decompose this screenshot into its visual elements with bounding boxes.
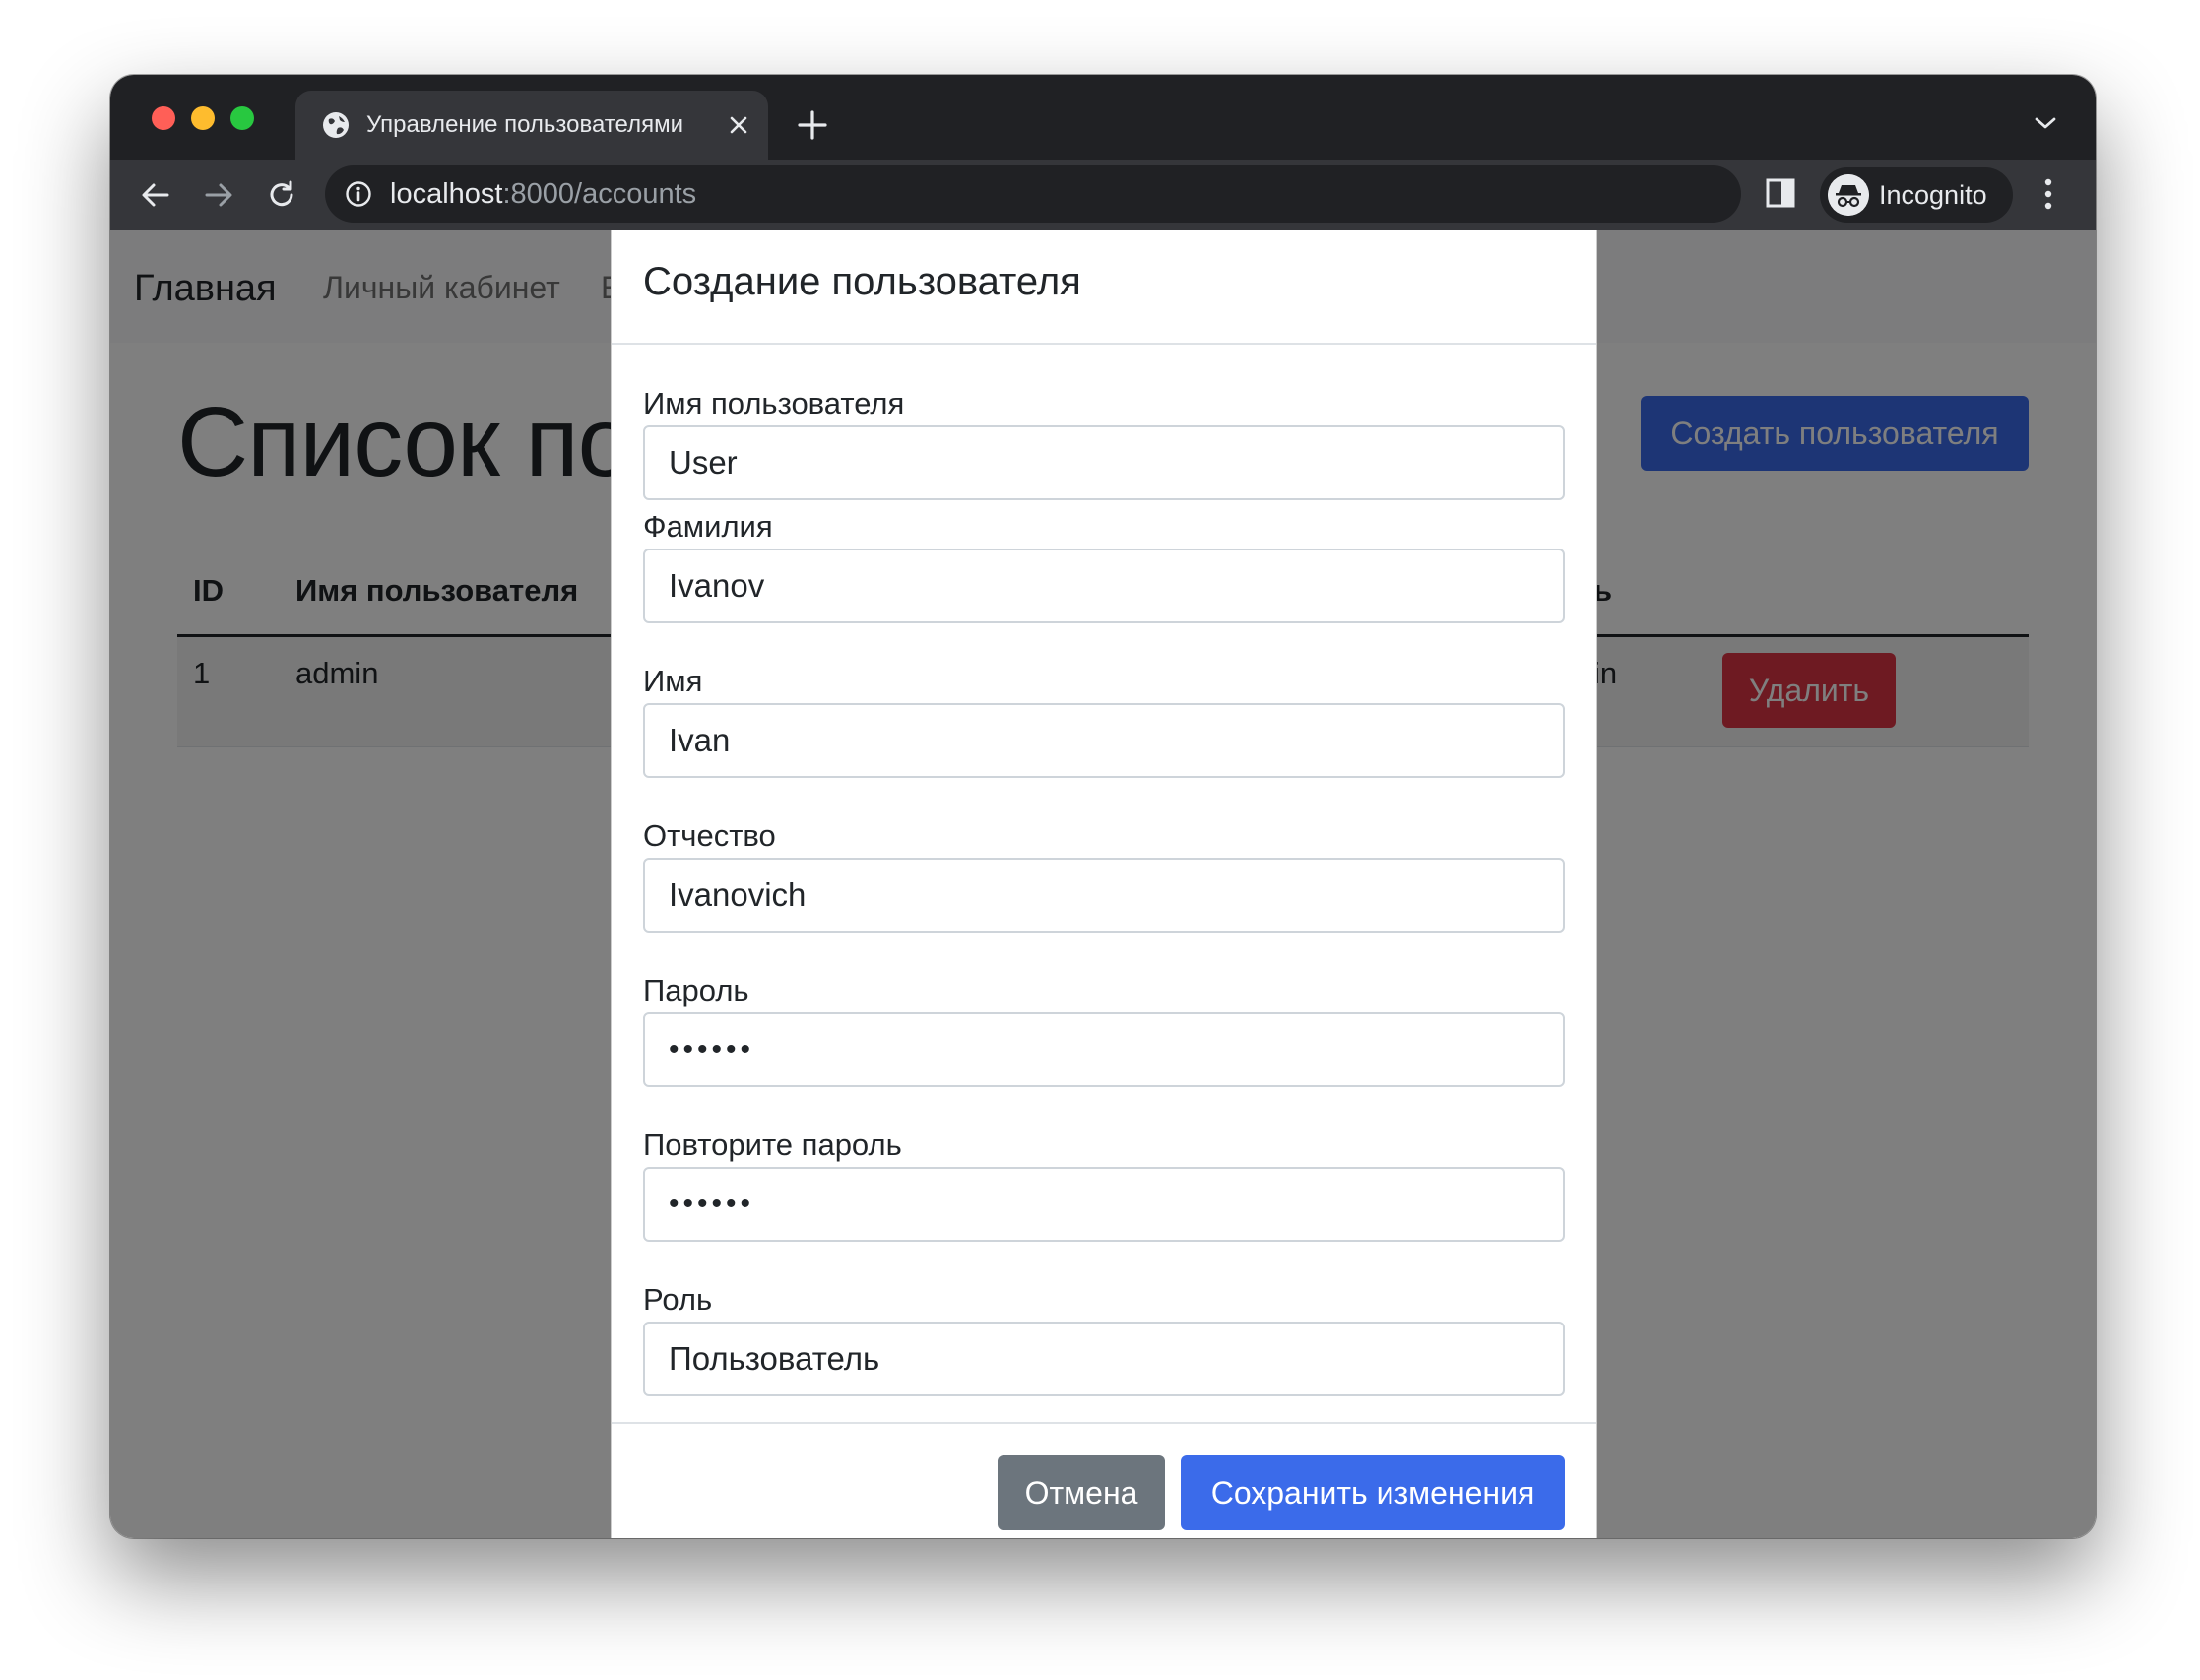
side-panel-icon[interactable] (1765, 177, 1796, 209)
reload-icon[interactable] (264, 177, 299, 213)
minimize-window-button[interactable] (191, 106, 215, 130)
incognito-label: Incognito (1879, 180, 1987, 210)
browser-tab[interactable]: Управление пользователями (295, 91, 768, 160)
browser-window: Управление пользователями localhost:8000… (110, 75, 2096, 1538)
incognito-icon (1828, 174, 1869, 216)
confirm-password-label: Повторите пароль (643, 1128, 902, 1162)
close-tab-icon[interactable] (726, 112, 751, 138)
browser-toolbar: localhost:8000/accounts Incognito (110, 160, 2096, 230)
info-icon[interactable] (345, 180, 372, 208)
modal-header: Создание пользователя (612, 230, 1596, 345)
maximize-window-button[interactable] (230, 106, 254, 130)
save-changes-button[interactable]: Сохранить изменения (1181, 1455, 1565, 1530)
first-name-label: Имя (643, 664, 703, 698)
username-input[interactable]: User (643, 425, 1565, 500)
close-window-button[interactable] (152, 106, 175, 130)
tab-title: Управление пользователями (366, 111, 683, 138)
password-label: Пароль (643, 973, 749, 1007)
role-select[interactable]: Пользователь (643, 1322, 1565, 1396)
cancel-button[interactable]: Отмена (998, 1455, 1165, 1530)
forward-arrow-icon[interactable] (201, 177, 236, 213)
last-name-label: Фамилия (643, 509, 773, 544)
confirm-password-input[interactable]: •••••• (643, 1167, 1565, 1242)
first-name-input[interactable]: Ivan (643, 703, 1565, 778)
middle-name-input[interactable]: Ivanovich (643, 858, 1565, 933)
incognito-profile-button[interactable]: Incognito (1820, 167, 2013, 223)
chevron-down-icon[interactable] (2033, 114, 2058, 132)
back-arrow-icon[interactable] (138, 177, 173, 213)
url-text: localhost:8000/accounts (390, 178, 697, 210)
page-viewport: Главная Личный кабинет Е Список по Созда… (110, 230, 2096, 1538)
username-label: Имя пользователя (643, 386, 905, 420)
globe-icon (323, 112, 349, 138)
browser-titlebar: Управление пользователями (110, 75, 2096, 160)
create-user-modal: Создание пользователя Имя пользователя U… (611, 230, 1597, 1538)
password-input[interactable]: •••••• (643, 1012, 1565, 1087)
last-name-input[interactable]: Ivanov (643, 549, 1565, 623)
more-menu-icon[interactable] (2042, 175, 2054, 213)
address-bar[interactable]: localhost:8000/accounts (325, 165, 1928, 223)
modal-title: Создание пользователя (643, 260, 1081, 303)
new-tab-icon[interactable] (796, 108, 829, 142)
middle-name-label: Отчество (643, 818, 776, 853)
role-label: Роль (643, 1282, 713, 1317)
modal-footer: Отмена Сохранить изменения (612, 1422, 1596, 1538)
